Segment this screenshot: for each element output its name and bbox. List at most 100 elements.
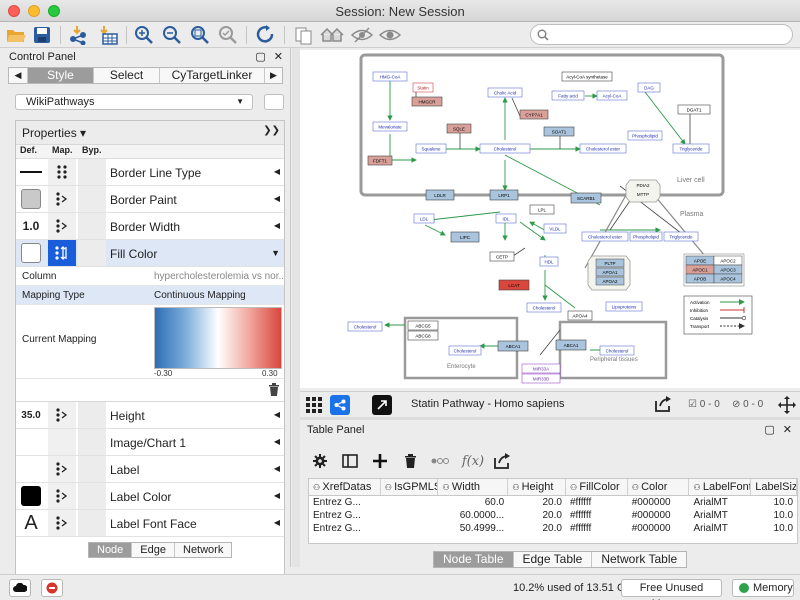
node-apoa4[interactable]: APOA4: [567, 310, 593, 321]
properties-menu[interactable]: Properties ▾: [22, 126, 86, 140]
cell[interactable]: 10.0: [751, 496, 797, 509]
zoom-selected-button[interactable]: [216, 23, 240, 47]
node-statin[interactable]: Statin: [412, 82, 434, 93]
table-row[interactable]: Entrez G... 60.0000... 20.0 #ffffff #000…: [309, 509, 797, 522]
import-network-button[interactable]: [66, 23, 90, 47]
cloud-button[interactable]: [9, 579, 31, 597]
node-mir33b[interactable]: MIR33B: [521, 373, 561, 384]
export-table-button[interactable]: [492, 451, 512, 471]
table-settings-button[interactable]: [310, 451, 330, 471]
stop-button[interactable]: [41, 579, 63, 597]
cell[interactable]: #000000: [628, 496, 690, 509]
new-network-from-selection-button[interactable]: [292, 23, 316, 47]
free-memory-button[interactable]: Free Unused Memory: [621, 579, 722, 600]
cell[interactable]: 20.0: [508, 496, 566, 509]
node-lipoproteins[interactable]: Lipoproteins: [605, 301, 643, 312]
function-builder-icon[interactable]: f(x): [460, 451, 486, 471]
tab-edge-table[interactable]: Edge Table: [512, 552, 592, 567]
default-value[interactable]: [16, 456, 46, 482]
column-header[interactable]: ⚇ Height: [508, 479, 566, 495]
node-cholic-acid[interactable]: Cholic Acid: [487, 87, 523, 98]
default-value[interactable]: A: [16, 510, 46, 536]
node-hmgcr[interactable]: HMGCR: [411, 96, 443, 107]
import-table-button[interactable]: [96, 23, 120, 47]
node-dag[interactable]: DAG: [637, 82, 661, 93]
bypass-cell[interactable]: [78, 456, 106, 482]
zoom-fit-button[interactable]: [188, 23, 212, 47]
mapping-cell[interactable]: [48, 429, 76, 455]
node-plasma-cholesterol-ester[interactable]: Cholesterol ester: [581, 231, 629, 242]
add-column-button[interactable]: [370, 451, 390, 471]
default-value[interactable]: [16, 186, 46, 212]
column-header[interactable]: ⚇ Color: [628, 479, 690, 495]
style-options-button[interactable]: [264, 94, 284, 110]
show-all-button[interactable]: [378, 23, 402, 47]
hide-selected-button[interactable]: [350, 23, 374, 47]
cell[interactable]: #ffffff: [566, 509, 628, 522]
mapping-cell[interactable]: [48, 159, 76, 185]
navigate-button[interactable]: [778, 396, 796, 417]
node-lrp1[interactable]: LRP1: [489, 189, 519, 201]
node-idl[interactable]: IDL: [495, 213, 517, 224]
delete-column-button[interactable]: [400, 451, 420, 471]
node-abca1-peripheral[interactable]: ABCA1: [555, 339, 587, 351]
expand-icon[interactable]: ◀: [274, 221, 280, 230]
tab-scroll-right-icon[interactable]: ▶: [264, 68, 282, 83]
node-phospholipid[interactable]: Phospholipid: [627, 130, 663, 141]
trash-icon[interactable]: [268, 383, 280, 396]
tab-edge[interactable]: Edge: [131, 543, 174, 557]
node-ldl[interactable]: LDL: [413, 213, 435, 224]
collapse-row-icon[interactable]: ▼: [271, 248, 280, 258]
node-soat1[interactable]: SOAT1: [543, 126, 575, 137]
node-triglyceride[interactable]: Triglyceride: [672, 143, 710, 154]
node-dgat1[interactable]: DGAT1: [677, 104, 711, 115]
cell[interactable]: 10.0: [751, 509, 797, 522]
column-header[interactable]: ⚇ Width: [438, 479, 509, 495]
node-lcat[interactable]: LCAT: [498, 279, 530, 291]
node-plasma-triglyceride[interactable]: Triglyceride: [663, 231, 699, 242]
default-value[interactable]: [16, 483, 46, 509]
expand-icon[interactable]: ◀: [274, 167, 280, 176]
expand-icon[interactable]: ◀: [274, 437, 280, 446]
node-fatty-acid[interactable]: Fatty acid: [551, 90, 585, 101]
grid-view-button[interactable]: [306, 397, 322, 416]
float-panel-icon[interactable]: ▢: [764, 423, 774, 436]
tab-network-table[interactable]: Network Table: [591, 552, 686, 567]
tab-network[interactable]: Network: [174, 543, 231, 557]
refresh-button[interactable]: [254, 23, 278, 47]
table-row[interactable]: Entrez G... 50.4999... 20.0 #ffffff #000…: [309, 522, 797, 535]
node-dietary-cholesterol[interactable]: Cholesterol: [347, 321, 383, 332]
zoom-out-button[interactable]: [160, 23, 184, 47]
node-lipc[interactable]: LIPC: [450, 231, 480, 243]
property-row-image-chart[interactable]: Image/Chart 1 ◀: [16, 429, 284, 456]
node-hdl-apo-complex[interactable]: PLTP APOA1 APOA2: [587, 255, 631, 291]
close-panel-icon[interactable]: ✕: [783, 423, 792, 436]
cell[interactable]: #000000: [628, 509, 690, 522]
close-panel-icon[interactable]: ✕: [274, 50, 283, 63]
cell[interactable]: 20.0: [508, 522, 566, 535]
node-mttp-complex[interactable]: PDIA2 MTTP: [625, 179, 661, 203]
default-value[interactable]: [16, 429, 46, 455]
node-mevalonate[interactable]: Mevalonate: [372, 121, 408, 132]
mapping-type-row[interactable]: Mapping Type Continuous Mapping: [16, 286, 284, 305]
node-mir33a[interactable]: MIR33A: [521, 363, 561, 374]
pathway-diagram[interactable]: Liver cell Plasma Enterocyte Peripheral …: [300, 50, 800, 388]
mapping-column-value[interactable]: hypercholesterolemia vs nor...: [154, 267, 284, 285]
column-header[interactable]: ⚇ IsGPMLSh: [381, 479, 439, 495]
node-squalene[interactable]: Squalene: [415, 143, 447, 154]
mapping-type-value[interactable]: Continuous Mapping: [154, 286, 284, 304]
cell[interactable]: [381, 509, 439, 522]
cell[interactable]: Entrez G...: [309, 522, 381, 535]
cell[interactable]: #ffffff: [566, 522, 628, 535]
node-vldl[interactable]: VLDL: [543, 223, 567, 234]
float-panel-icon[interactable]: ▢: [255, 50, 265, 63]
node-hdl[interactable]: HDL: [539, 256, 559, 267]
expand-icon[interactable]: ◀: [274, 464, 280, 473]
property-row-border-line-type[interactable]: Border Line Type ◀: [16, 159, 284, 186]
default-value[interactable]: 1.0: [16, 213, 46, 239]
mapping-cell[interactable]: [48, 483, 76, 509]
property-row-label-color[interactable]: Label Color ◀: [16, 483, 284, 510]
mapping-cell[interactable]: [48, 186, 76, 212]
tab-select[interactable]: Select: [93, 68, 159, 83]
mapping-cell[interactable]: [48, 213, 76, 239]
